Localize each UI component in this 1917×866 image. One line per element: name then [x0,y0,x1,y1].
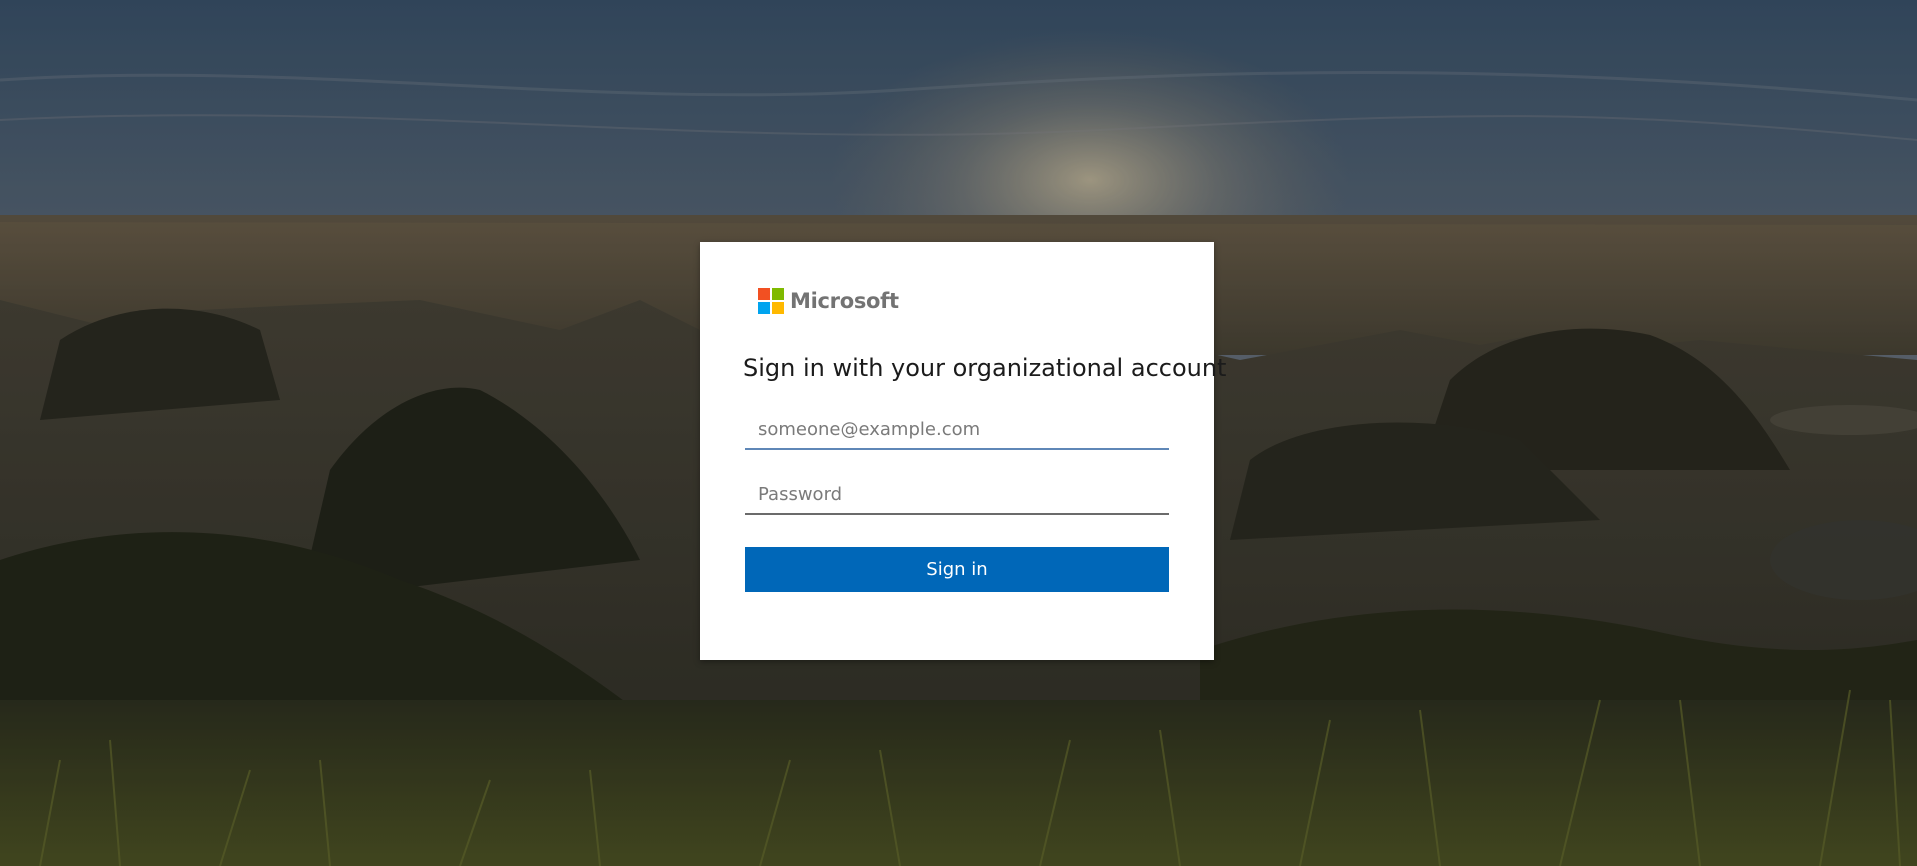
brand-name: Microsoft [790,288,899,313]
email-field[interactable] [745,410,1169,450]
microsoft-logo-icon [758,287,784,314]
signin-button[interactable]: Sign in [745,547,1169,592]
signin-card: Microsoft Sign in with your organization… [700,242,1227,660]
password-field[interactable] [745,475,1169,515]
microsoft-logo: Microsoft [758,287,899,314]
signin-heading: Sign in with your organizational account [743,354,1227,382]
